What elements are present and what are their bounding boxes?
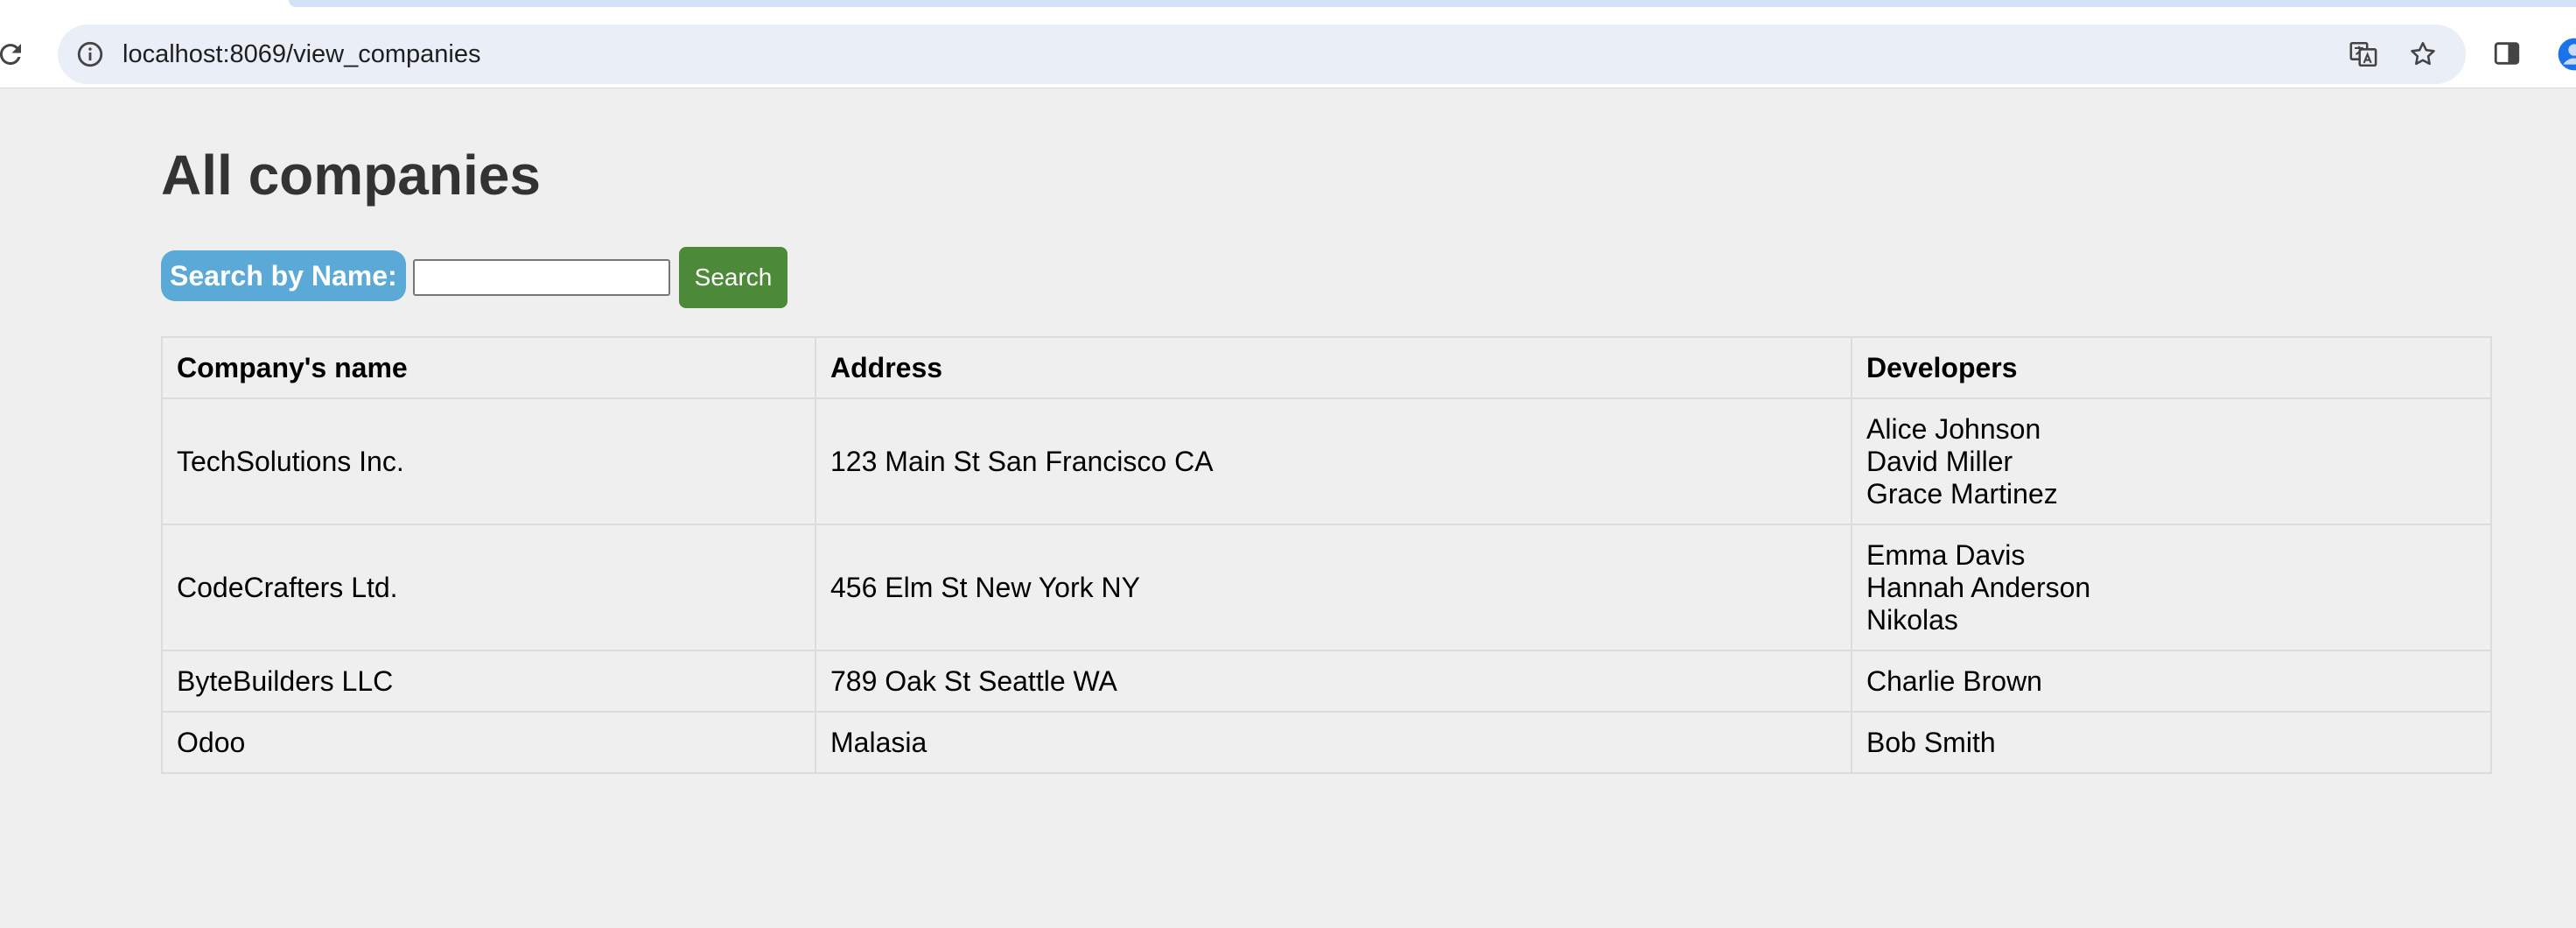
- developers-cell: Alice Johnson David Miller Grace Martine…: [1851, 397, 2492, 525]
- table-row: ByteBuilders LLC 789 Oak St Seattle WA C…: [161, 650, 2492, 713]
- address-cell: Malasia: [815, 711, 1852, 774]
- table-header-row: Company's name Address Developers: [161, 336, 2492, 399]
- table-row: Odoo Malasia Bob Smith: [161, 711, 2492, 774]
- developers-cell: Bob Smith: [1851, 711, 2492, 774]
- translate-icon[interactable]: [2348, 39, 2378, 69]
- company-name-cell: CodeCrafters Ltd.: [161, 524, 816, 651]
- address-cell: 789 Oak St Seattle WA: [815, 650, 1852, 713]
- info-icon[interactable]: [75, 39, 105, 69]
- developer-name: David Miller: [1866, 445, 2013, 477]
- developer-name: Nikolas: [1866, 603, 1958, 636]
- table-row: TechSolutions Inc. 123 Main St San Franc…: [161, 397, 2492, 525]
- column-header-developers: Developers: [1851, 336, 2492, 399]
- search-button[interactable]: Search: [679, 247, 788, 308]
- url-text[interactable]: localhost:8069/view_companies: [122, 25, 480, 84]
- developers-cell: Charlie Brown: [1851, 650, 2492, 713]
- browser-toolbar: localhost:8069/view_companies: [0, 7, 2576, 88]
- address-cell: 456 Elm St New York NY: [815, 524, 1852, 651]
- company-name-cell: ByteBuilders LLC: [161, 650, 816, 713]
- column-header-address: Address: [815, 336, 1852, 399]
- company-name-cell: Odoo: [161, 711, 816, 774]
- developer-name: Alice Johnson: [1866, 412, 2041, 445]
- companies-table: Company's name Address Developers TechSo…: [161, 336, 2492, 774]
- developer-name: Emma Davis: [1866, 538, 2026, 571]
- reload-icon[interactable]: [0, 39, 26, 70]
- developer-name: Charlie Brown: [1866, 664, 2042, 697]
- developer-name: Grace Martinez: [1866, 477, 2058, 510]
- search-label: Search by Name:: [161, 250, 406, 301]
- search-input[interactable]: [413, 259, 670, 296]
- page-title: All companies: [161, 144, 541, 207]
- side-panel-icon[interactable]: [2492, 39, 2522, 68]
- table-row: CodeCrafters Ltd. 456 Elm St New York NY…: [161, 524, 2492, 651]
- active-tab-edge[interactable]: [289, 0, 2576, 7]
- star-icon[interactable]: [2408, 39, 2438, 69]
- address-cell: 123 Main St San Francisco CA: [815, 397, 1852, 525]
- developer-name: Bob Smith: [1866, 726, 1996, 758]
- developer-name: Hannah Anderson: [1866, 571, 2091, 603]
- column-header-company-name: Company's name: [161, 336, 816, 399]
- address-bar[interactable]: localhost:8069/view_companies: [58, 25, 2466, 84]
- company-name-cell: TechSolutions Inc.: [161, 397, 816, 525]
- developers-cell: Emma Davis Hannah Anderson Nikolas: [1851, 524, 2492, 651]
- profile-icon[interactable]: [2557, 37, 2576, 72]
